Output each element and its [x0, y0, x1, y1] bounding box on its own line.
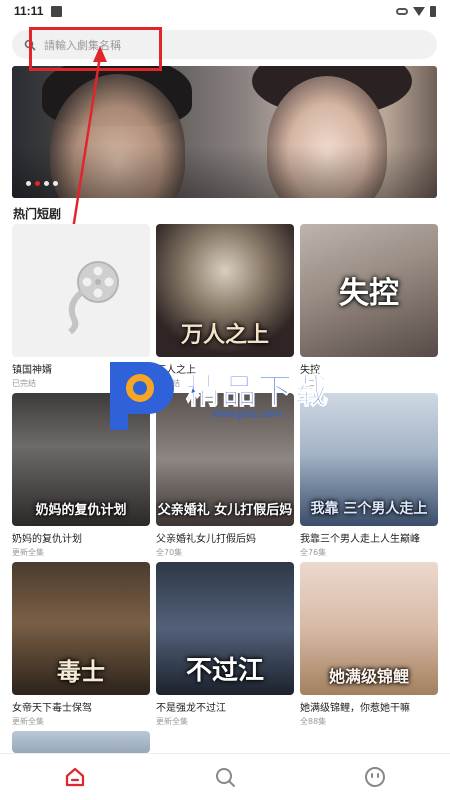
- film-reel-icon: [68, 261, 119, 335]
- drama-card[interactable]: 毒士 女帝天下毒士保驾 更新全集: [12, 562, 150, 727]
- notification-icon: [51, 5, 63, 17]
- drama-title: 父亲婚礼女儿打假后妈: [156, 534, 256, 545]
- banner-carousel[interactable]: [12, 66, 437, 198]
- poster-caption: 我靠 三个男人走上: [310, 501, 428, 517]
- drama-card[interactable]: [12, 731, 150, 753]
- drama-title: 镇国神婿: [12, 365, 52, 376]
- drama-title: 女帝天下毒士保驾: [12, 703, 92, 714]
- drama-poster: 我靠 三个男人走上: [300, 393, 438, 526]
- drama-poster: 毒士: [12, 562, 150, 695]
- drama-status: 更新全集: [156, 717, 188, 726]
- drama-poster: 奶妈的复仇计划: [12, 393, 150, 526]
- drama-status: 更新全集: [12, 548, 44, 557]
- drama-card[interactable]: 父亲婚礼 女儿打假后妈 父亲婚礼女儿打假后妈 全70集: [156, 393, 294, 558]
- drama-poster: [12, 731, 150, 753]
- drama-poster: 她满级锦鲤: [300, 562, 438, 695]
- poster-caption: 她满级锦鲤: [328, 667, 409, 686]
- drama-card[interactable]: 镇国神婿 已完结: [12, 224, 150, 389]
- drama-poster: 万人之上: [156, 224, 294, 357]
- poster-caption: 失控: [339, 276, 399, 311]
- home-icon: [65, 767, 85, 787]
- drama-card[interactable]: 奶妈的复仇计划 奶妈的复仇计划 更新全集: [12, 393, 150, 558]
- drama-card[interactable]: 不过江 不是强龙不过江 更新全集: [156, 562, 294, 727]
- drama-title: 不是强龙不过江: [156, 703, 226, 714]
- drama-status: 全70集: [156, 548, 183, 557]
- carousel-dots: [26, 181, 58, 186]
- section-title: 热门短剧: [13, 207, 62, 221]
- annotation-box: [29, 27, 162, 71]
- drama-status: 全76集: [300, 548, 327, 557]
- drama-title: 失控: [300, 365, 320, 376]
- drama-title: 我靠三个男人走上人生巅峰: [300, 534, 420, 545]
- drama-title: 万人之上: [156, 365, 196, 376]
- drama-card[interactable]: 她满级锦鲤 她满级锦鲤，你惹她干嘛 全88集: [300, 562, 438, 727]
- drama-title: 奶妈的复仇计划: [12, 534, 82, 545]
- bottom-nav: [0, 753, 450, 800]
- status-time: 11:11: [14, 4, 44, 18]
- drama-card[interactable]: 我靠 三个男人走上 我靠三个男人走上人生巅峰 全76集: [300, 393, 438, 558]
- drama-card[interactable]: 失控 失控 全集: [300, 224, 438, 389]
- drama-status: 全88集: [300, 717, 327, 726]
- drama-status: 已完结: [156, 379, 180, 388]
- status-icons: [396, 5, 436, 17]
- drama-poster: 不过江: [156, 562, 294, 695]
- poster-caption: 不过江: [185, 656, 264, 686]
- vpn-key-icon: [396, 7, 408, 15]
- nav-home[interactable]: [55, 757, 95, 797]
- drama-title: 她满级锦鲤，你惹她干嘛: [300, 703, 410, 714]
- search-icon: [216, 768, 235, 787]
- poster-caption: 毒士: [57, 657, 105, 686]
- carousel-dot[interactable]: [44, 181, 49, 186]
- poster-caption: 奶妈的复仇计划: [35, 503, 127, 518]
- carousel-dot[interactable]: [26, 181, 31, 186]
- battery-icon: [430, 5, 436, 17]
- poster-caption: 父亲婚礼 女儿打假后妈: [157, 503, 293, 518]
- drama-status: 更新全集: [12, 717, 44, 726]
- wifi-icon: [413, 6, 425, 16]
- poster-caption: 万人之上: [180, 322, 269, 348]
- drama-poster: 失控: [300, 224, 438, 357]
- drama-card[interactable]: 万人之上 万人之上 已完结: [156, 224, 294, 389]
- drama-poster: 父亲婚礼 女儿打假后妈: [156, 393, 294, 526]
- status-bar: 11:11: [0, 0, 450, 22]
- nav-search[interactable]: [205, 757, 245, 797]
- drama-status: 已完结: [12, 379, 36, 388]
- poster-placeholder: [12, 224, 150, 357]
- carousel-dot[interactable]: [53, 181, 58, 186]
- profile-icon: [365, 767, 385, 787]
- nav-profile[interactable]: [355, 757, 395, 797]
- drama-status: 全集: [300, 379, 316, 388]
- carousel-dot-active[interactable]: [35, 181, 40, 186]
